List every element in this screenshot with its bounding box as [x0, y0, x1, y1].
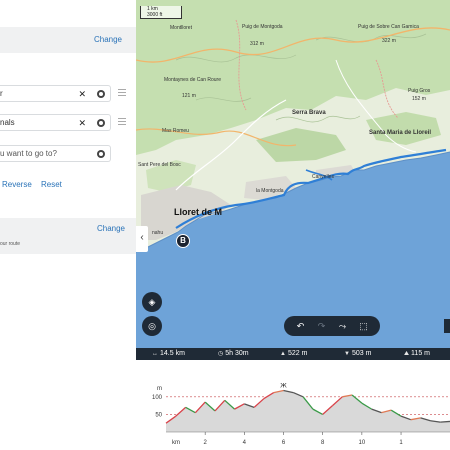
scale-ft-text: 3000 ft	[147, 12, 163, 18]
chevron-left-icon: ‹	[140, 232, 144, 243]
waypoint-field-1[interactable]: r ✕	[0, 85, 111, 102]
map-label: Canyelles	[312, 174, 334, 180]
waypoint-field-2[interactable]: nals ✕	[0, 114, 111, 131]
edge-button[interactable]	[444, 319, 450, 333]
elevation-line-segment	[440, 420, 450, 423]
x-tick-label: 2	[204, 440, 208, 446]
destination-placeholder: u want to go to?	[0, 149, 57, 158]
map-view[interactable]: 1 km 3000 ft Puig de Montgoda Montlloret…	[136, 0, 450, 348]
redo-icon[interactable]: ↷	[315, 321, 329, 332]
map-label: 322 m	[382, 38, 396, 44]
map-label: Serra Brava	[292, 110, 326, 116]
stat-ascent: ▲ 522 m	[280, 350, 307, 357]
reverse-link[interactable]: Reverse	[2, 180, 32, 189]
y-axis-unit: m	[157, 386, 162, 392]
stat-descent: ▼ 503 m	[344, 350, 371, 357]
route-draw-icon[interactable]: ⤳	[336, 321, 350, 332]
stat-distance: ↔ 14.5 km	[152, 350, 185, 357]
duration-value: 5h 30m	[225, 350, 249, 357]
x-tick-label: 8	[321, 440, 325, 446]
peak-marker: Ж	[280, 382, 287, 389]
x-tick-label: 4	[243, 440, 247, 446]
route-planner-panel: Change r ✕ nals ✕ u want to go to? Rever…	[0, 0, 136, 450]
map-layers-button[interactable]: ◈	[142, 292, 162, 312]
settings-hint-text: our route	[0, 241, 21, 247]
route-settings-row: Change	[0, 218, 136, 254]
map-canvas	[136, 0, 450, 253]
undo-icon[interactable]: ↶	[294, 321, 308, 332]
map-label: 121 m	[182, 93, 196, 99]
clear-icon[interactable]: ✕	[78, 117, 86, 129]
map-label: 312 m	[250, 41, 264, 47]
reset-link[interactable]: Reset	[41, 180, 62, 189]
y-tick-label: 100	[152, 395, 163, 401]
drag-handle-icon[interactable]	[118, 89, 126, 96]
location-pin-icon[interactable]	[97, 119, 105, 127]
end-marker-b[interactable]: B	[176, 234, 190, 248]
map-label: la Montgoda	[256, 188, 284, 194]
ascent-icon: ▲	[280, 351, 286, 357]
map-label: Sant Pere del Bosc	[138, 162, 181, 168]
change-settings-link[interactable]: Change	[97, 224, 125, 233]
elevation-profile[interactable]: 50 100 m 2 4 6 8 10 1 km Ж	[136, 360, 450, 450]
x-tick-label: 10	[359, 440, 366, 446]
locate-me-button[interactable]: ◎	[142, 316, 162, 336]
x-tick-label: 6	[282, 440, 286, 446]
change-start-link[interactable]: Change	[94, 35, 122, 44]
route-stats-bar: ↔ 14.5 km ◷ 5h 30m ▲ 522 m ▼ 503 m ⛰ 115 m	[136, 348, 450, 360]
collapse-panel-button[interactable]: ‹	[136, 226, 148, 252]
map-label: 152 m	[412, 96, 426, 102]
destination-field[interactable]: u want to go to?	[0, 145, 111, 162]
waypoint-2-text: nals	[0, 118, 15, 127]
clock-icon: ◷	[218, 351, 224, 357]
map-label: Puig de Sobre Can Gamica	[358, 24, 419, 30]
elevation-chart: 50 100 m 2 4 6 8 10 1 km Ж	[152, 382, 450, 446]
max-elevation-value: 115 m	[411, 350, 430, 357]
start-header-row: Change	[0, 27, 136, 53]
layers-icon: ◈	[148, 297, 156, 307]
map-label: Mas Romeu	[162, 128, 189, 134]
map-label-lloret: Lloret de M	[174, 207, 223, 217]
crop-icon[interactable]: ⬚	[357, 321, 371, 332]
x-tick-label: 1	[399, 440, 403, 446]
distance-icon: ↔	[152, 351, 158, 357]
map-label: Puig de Montgoda	[242, 24, 283, 30]
descent-icon: ▼	[344, 351, 350, 357]
peak-icon: ⛰	[404, 351, 410, 357]
drag-handle-icon[interactable]	[118, 118, 126, 125]
map-label: Montaynes de Can Roure	[164, 77, 221, 83]
x-axis-label: km	[172, 440, 180, 446]
waypoint-1-text: r	[0, 89, 3, 98]
stat-duration: ◷ 5h 30m	[218, 350, 249, 357]
map-scale: 1 km 3000 ft	[140, 6, 182, 19]
distance-value: 14.5 km	[160, 350, 185, 357]
map-label: Montlloret	[170, 25, 192, 31]
descent-value: 503 m	[351, 350, 372, 357]
stat-max-elevation: ⛰ 115 m	[404, 350, 430, 358]
location-pin-icon[interactable]	[97, 150, 105, 158]
map-label: Puig Gros	[408, 88, 431, 94]
crosshair-icon: ◎	[148, 321, 156, 331]
location-pin-icon[interactable]	[97, 90, 105, 98]
map-label: Santa Maria de Lloreil	[369, 130, 432, 136]
y-tick-label: 50	[155, 412, 162, 418]
ascent-value: 522 m	[287, 350, 308, 357]
route-edit-toolbar: ↶ ↷ ⤳ ⬚	[284, 316, 380, 336]
map-label: nahu	[152, 230, 164, 236]
clear-icon[interactable]: ✕	[78, 88, 86, 100]
